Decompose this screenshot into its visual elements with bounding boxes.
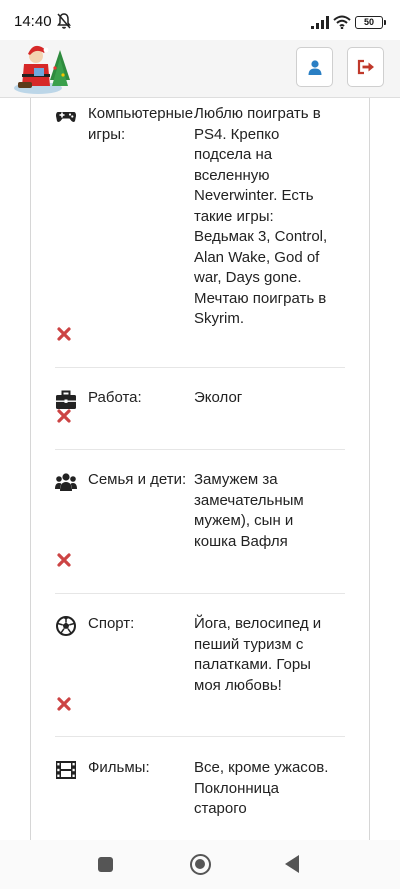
status-bar: 14:40 50	[0, 0, 400, 40]
delete-icon[interactable]	[56, 552, 72, 568]
football-icon	[56, 616, 76, 636]
logout-button[interactable]	[347, 47, 384, 87]
field-value: Люблю поиграть в PS4. Крепко подсела на …	[194, 105, 328, 327]
briefcase-icon	[56, 390, 76, 409]
field-value: Все, кроме ужасов. Поклонница старого	[194, 759, 329, 817]
recent-apps-button[interactable]	[98, 857, 113, 872]
app-header	[0, 40, 400, 98]
santa-logo[interactable]	[8, 42, 74, 96]
delete-icon[interactable]	[56, 326, 72, 342]
field-value: Йога, велосипед и пеший туризм с палатка…	[194, 615, 322, 694]
profile-button[interactable]	[296, 47, 333, 87]
field-value: Замужем за замечательным мужем), сын и к…	[194, 471, 304, 550]
system-navigation-bar	[0, 840, 400, 889]
notifications-muted-icon	[57, 13, 71, 29]
battery-indicator: 50	[355, 16, 386, 29]
gamepad-icon	[56, 112, 76, 122]
field-label: Работа:	[88, 389, 142, 406]
user-icon	[308, 60, 321, 75]
row-divider	[55, 367, 345, 368]
logout-icon	[357, 59, 374, 75]
film-icon	[56, 761, 76, 779]
family-icon	[55, 473, 77, 491]
delete-icon[interactable]	[56, 696, 72, 712]
status-time: 14:40	[14, 13, 52, 30]
row-divider	[55, 593, 345, 594]
row-divider	[55, 449, 345, 450]
wifi-icon	[333, 15, 351, 29]
field-value: Эколог	[194, 389, 243, 406]
back-button[interactable]	[285, 855, 299, 873]
field-label: Фильмы:	[88, 759, 150, 776]
field-label: Компьютерные игры:	[88, 105, 194, 143]
delete-icon[interactable]	[56, 408, 72, 424]
field-label: Спорт:	[88, 615, 135, 632]
profile-details-panel: Компьютерные игры: Люблю поиграть в PS4.…	[30, 98, 370, 840]
signal-icon	[311, 16, 329, 29]
field-label: Семья и дети:	[88, 471, 187, 488]
row-divider	[55, 736, 345, 737]
home-button[interactable]	[190, 854, 211, 875]
